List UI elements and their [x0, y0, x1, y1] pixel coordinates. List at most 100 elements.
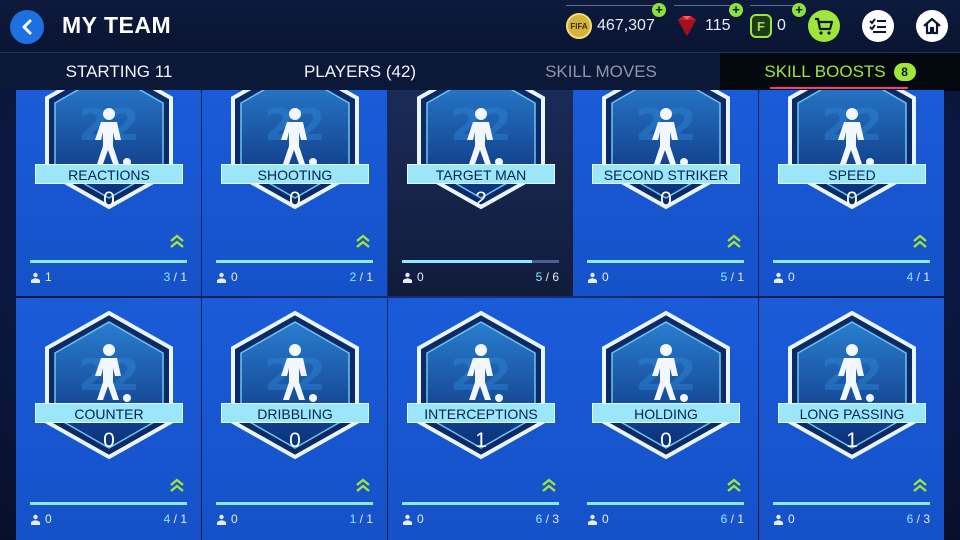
owned-count-value: 0 — [417, 270, 424, 284]
upgrade-chevron-icon — [912, 478, 928, 492]
checklist-button[interactable] — [862, 10, 894, 42]
owned-count-value: 1 — [45, 270, 52, 284]
owned-count-value: 0 — [788, 512, 795, 526]
store-button[interactable] — [808, 10, 840, 42]
tab-skill-boosts-label: SKILL BOOSTS — [764, 62, 886, 81]
tab-starting-11[interactable]: STARTING 11 — [0, 53, 238, 91]
skill-boost-grid: 22REACTIONS013 / 122SHOOTING002 / 122TAR… — [16, 90, 944, 540]
progress-total: 1 — [737, 512, 744, 526]
skill-level: 2 — [475, 188, 487, 211]
progress-bar-fill — [587, 260, 744, 263]
upgrade-chevron-icon — [169, 234, 185, 248]
owned-count-value: 0 — [231, 270, 238, 284]
tab-skill-moves[interactable]: SKILL MOVES — [482, 53, 720, 91]
skill-name: DRIBBLING — [221, 403, 369, 423]
progress-separator: / — [727, 512, 738, 526]
gems-divider — [674, 5, 738, 6]
skill-card-holding[interactable]: 22HOLDING0 06 / 1 — [573, 298, 758, 540]
add-gems-button[interactable]: + — [729, 3, 743, 17]
progress-separator: / — [913, 270, 924, 284]
owned-count-value: 0 — [602, 270, 609, 284]
progress-bar — [773, 502, 930, 505]
player-count-icon — [403, 272, 412, 283]
progress-bar — [30, 502, 187, 505]
skill-card-speed[interactable]: 22SPEED004 / 1 — [759, 90, 944, 296]
skill-level: 0 — [289, 188, 301, 211]
upgrade-chevron-icon — [541, 478, 557, 492]
tab-skill-boosts[interactable]: SKILL BOOSTS 8 — [720, 53, 960, 91]
fifa-points-value: 0 — [777, 17, 786, 34]
skill-card-long-passing[interactable]: 22LONG PASSING106 / 3 — [759, 298, 944, 540]
progress-separator: / — [542, 270, 553, 284]
gems-display: 115 — [674, 11, 731, 41]
player-count-icon — [588, 272, 597, 283]
back-button[interactable] — [10, 10, 44, 44]
progress-bar — [402, 260, 559, 263]
progress-bar — [402, 502, 559, 505]
top-bar: MY TEAM FIFA 467,307 + 115 + F 0 + — [0, 0, 960, 52]
skill-footer: 0 6 / 1 — [587, 512, 744, 528]
player-count-icon — [217, 272, 226, 283]
skill-footer: 0 4 / 1 — [30, 512, 187, 528]
owned-count: 0 — [216, 270, 238, 284]
skill-card-interceptions[interactable]: 22INTERCEPTIONS106 / 3 — [388, 298, 573, 540]
progress-total: 6 — [552, 270, 559, 284]
owned-count: 0 — [402, 270, 424, 284]
skill-badge: 22SECOND STRIKER0 — [592, 90, 740, 211]
progress-bar — [216, 502, 373, 505]
owned-count: 0 — [402, 512, 424, 526]
skill-badge: 22COUNTER0 — [35, 310, 183, 460]
skill-badge: 22HOLDING0 — [592, 310, 740, 460]
player-count-icon — [31, 514, 40, 525]
add-coins-button[interactable]: + — [652, 3, 666, 17]
skill-card-target-man[interactable]: 22TARGET MAN205 / 6 — [388, 90, 573, 296]
skill-card-second-striker[interactable]: 22SECOND STRIKER005 / 1 — [573, 90, 758, 296]
skill-footer: 0 6 / 3 — [402, 512, 559, 528]
player-silhouette-icon — [467, 344, 503, 402]
owned-count: 0 — [587, 512, 609, 526]
progress-separator: / — [170, 512, 181, 526]
page-title: MY TEAM — [62, 12, 172, 38]
add-points-button[interactable]: + — [792, 3, 806, 17]
home-button[interactable] — [916, 10, 948, 42]
progress-bar-fill — [216, 260, 373, 263]
skill-footer: 0 2 / 1 — [216, 270, 373, 286]
skill-level: 0 — [660, 429, 672, 452]
progress-total: 1 — [366, 512, 373, 526]
progress-bar — [30, 260, 187, 263]
progress-bar — [587, 260, 744, 263]
player-count-icon — [403, 514, 412, 525]
player-count-icon — [588, 514, 597, 525]
progress-bar-fill — [30, 502, 187, 505]
gems-value: 115 — [705, 17, 731, 34]
skill-name: REACTIONS — [35, 164, 183, 184]
progress-total: 3 — [923, 512, 930, 526]
progress-text: 6 / 3 — [907, 512, 930, 526]
active-tab-indicator — [770, 87, 908, 89]
progress-bar — [773, 260, 930, 263]
progress-text: 4 / 1 — [907, 270, 930, 284]
progress-bar-fill — [216, 502, 373, 505]
progress-separator: / — [356, 270, 367, 284]
fifa-points-display: F 0 — [750, 11, 786, 41]
skill-name: TARGET MAN — [407, 164, 555, 184]
progress-bar-fill — [30, 260, 187, 263]
owned-count: 0 — [587, 270, 609, 284]
skill-card-shooting[interactable]: 22SHOOTING0 02 / 1 — [202, 90, 387, 296]
skill-card-counter[interactable]: 22COUNTER0 04 / 1 — [16, 298, 201, 540]
upgrade-chevron-icon — [726, 478, 742, 492]
skill-card-reactions[interactable]: 22REACTIONS013 / 1 — [16, 90, 201, 296]
skill-name: SECOND STRIKER — [592, 164, 740, 184]
my-team-screen: MY TEAM FIFA 467,307 + 115 + F 0 + START… — [0, 0, 960, 540]
skill-footer: 13 / 1 — [30, 270, 187, 286]
skill-boosts-count-badge: 8 — [893, 63, 916, 81]
progress-bar-fill — [587, 502, 744, 505]
skill-level: 0 — [103, 429, 115, 452]
skill-card-dribbling[interactable]: 22DRIBBLING001 / 1 — [202, 298, 387, 540]
skill-badge: 22SHOOTING0 — [221, 90, 369, 211]
skill-level: 0 — [846, 188, 858, 211]
player-silhouette-icon — [838, 108, 874, 166]
tab-players[interactable]: PLAYERS (42) — [238, 53, 482, 91]
progress-total: 1 — [180, 270, 187, 284]
owned-count: 0 — [773, 270, 795, 284]
